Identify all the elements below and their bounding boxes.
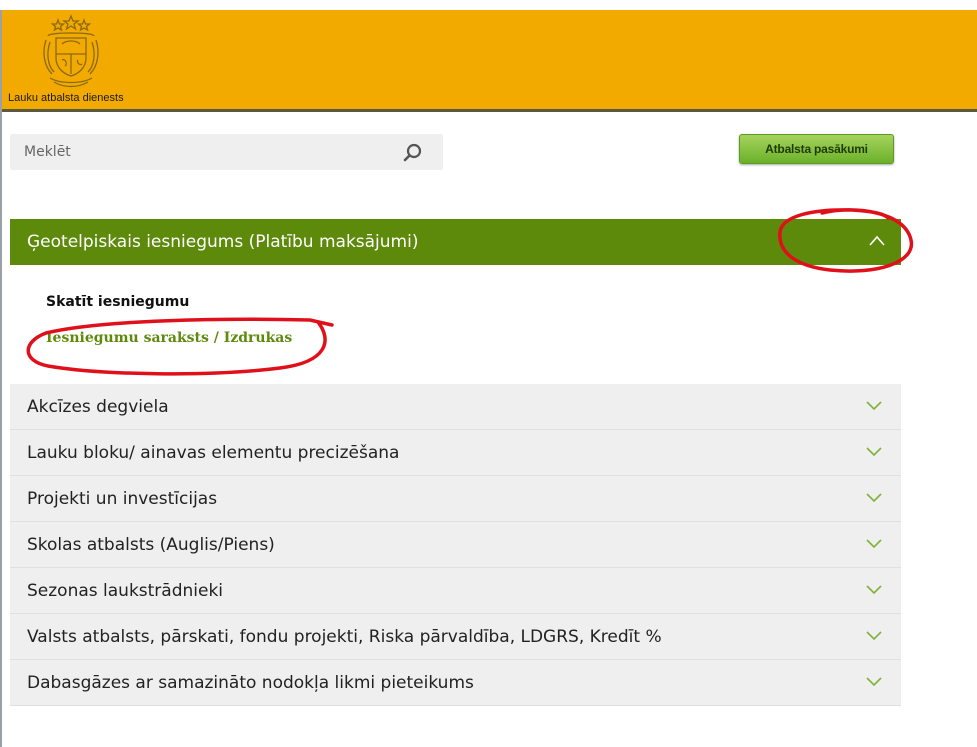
search-box (10, 134, 443, 170)
accordion-excise-fuel[interactable]: Akcīzes degviela (10, 384, 901, 430)
accordion-title: Projekti un investīcijas (27, 489, 218, 509)
chevron-down-icon[interactable] (865, 538, 883, 550)
chevron-down-icon[interactable] (865, 400, 883, 412)
link-application-list-printouts[interactable]: Iesniegumu saraksts / Izdrukas (46, 330, 292, 346)
chevron-down-icon[interactable] (865, 446, 883, 458)
accordion-state-aid[interactable]: Valsts atbalsts, pārskati, fondu projekt… (10, 614, 901, 660)
link-view-application[interactable]: Skatīt iesniegumu (46, 294, 189, 310)
accordion-title: Akcīzes degviela (27, 397, 169, 417)
brand-name: Lauku atbalsta dienests (8, 92, 124, 104)
annotation-circle-link (26, 317, 334, 376)
accordion-seasonal-workers[interactable]: Sezonas laukstrādnieki (10, 568, 901, 614)
accordion-title: Sezonas laukstrādnieki (27, 581, 224, 601)
chevron-down-icon[interactable] (865, 630, 883, 642)
accordion-projects-investments[interactable]: Projekti un investīcijas (10, 476, 901, 522)
support-measures-button[interactable]: Atbalsta pasākumi (739, 134, 894, 164)
chevron-down-icon[interactable] (865, 492, 883, 504)
chevron-down-icon[interactable] (865, 584, 883, 596)
accordion-title: Lauku bloku/ ainavas elementu precizēšan… (27, 443, 400, 463)
accordion-title: Valsts atbalsts, pārskati, fondu projekt… (27, 627, 662, 647)
chevron-down-icon[interactable] (865, 676, 883, 688)
chevron-up-icon[interactable] (868, 234, 886, 248)
accordion-field-blocks[interactable]: Lauku bloku/ ainavas elementu precizēšan… (10, 430, 901, 476)
accordion-school-support[interactable]: Skolas atbalsts (Auglis/Piens) (10, 522, 901, 568)
window-top-edge (0, 0, 977, 10)
search-input[interactable] (24, 134, 384, 170)
window-left-edge (0, 10, 2, 747)
search-icon[interactable] (402, 142, 424, 164)
accordion-natural-gas[interactable]: Dabasgāzes ar samazināto nodokļa likmi p… (10, 660, 901, 706)
accordion-list: Akcīzes degviela Lauku bloku/ ainavas el… (10, 384, 901, 706)
site-header: Lauku atbalsta dienests (0, 10, 977, 112)
accordion-title: Ģeotelpiskais iesniegums (Platību maksāj… (27, 232, 419, 252)
coat-of-arms-logo[interactable] (40, 14, 102, 92)
accordion-title: Skolas atbalsts (Auglis/Piens) (27, 535, 275, 555)
accordion-geospatial-application[interactable]: Ģeotelpiskais iesniegums (Platību maksāj… (10, 219, 901, 265)
accordion-title: Dabasgāzes ar samazināto nodokļa likmi p… (27, 673, 474, 693)
